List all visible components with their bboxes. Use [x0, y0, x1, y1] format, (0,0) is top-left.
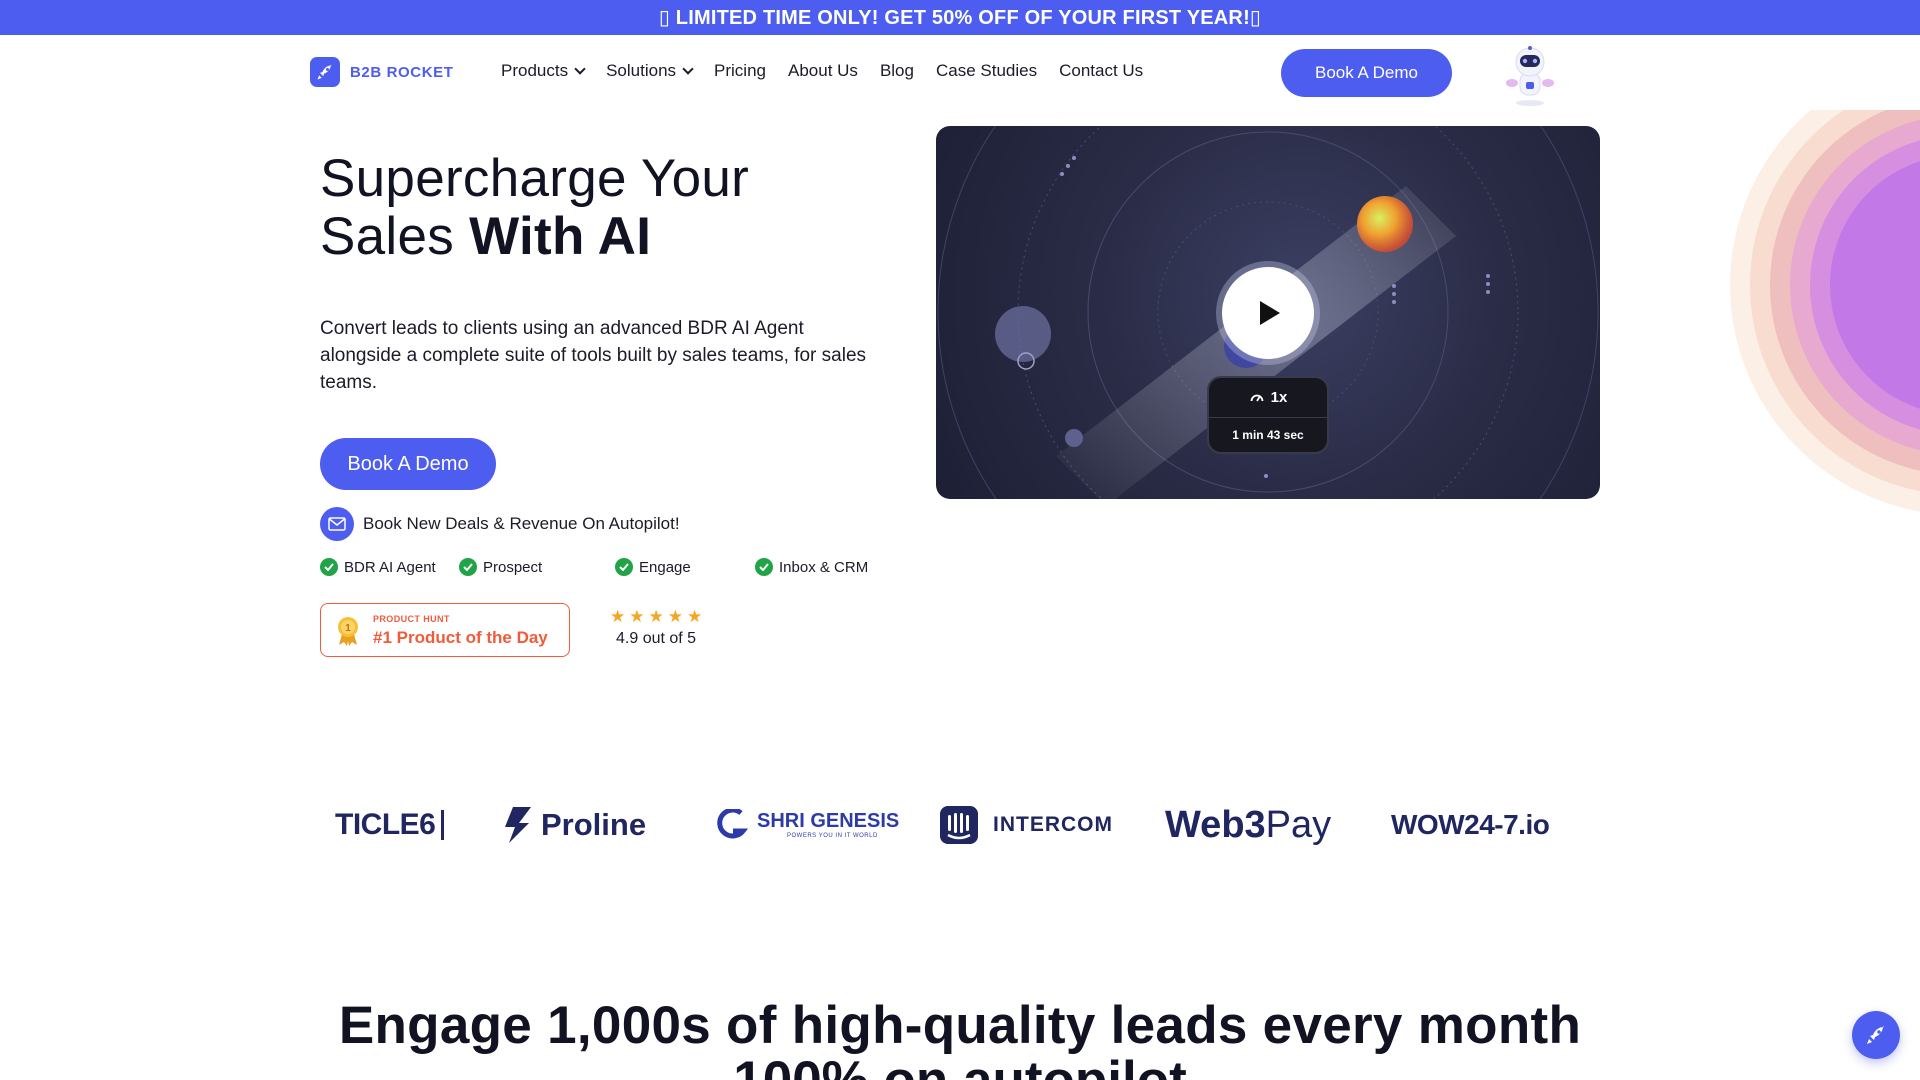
feature-engage: Engage	[615, 558, 691, 576]
logo-intercom-text: INTERCOM	[993, 813, 1113, 836]
logo-wow247: WOW24-7.io	[1391, 795, 1550, 855]
feature-list: BDR AI Agent Prospect Engage Inbox & CRM	[320, 558, 880, 580]
nav-blog-label: Blog	[879, 61, 914, 80]
speed-divider	[1209, 417, 1327, 418]
nav-solutions[interactable]: Solutions	[606, 61, 694, 81]
nav-blog[interactable]: Blog	[880, 61, 914, 81]
rating: ★ ★ ★ ★ ★ 4.9 out of 5	[610, 608, 702, 648]
nav-case-studies-label: Case Studies	[935, 61, 1038, 80]
chevron-down-icon	[574, 63, 586, 75]
rocket-logo-icon	[310, 57, 340, 87]
medal-number: 1	[345, 623, 351, 634]
star-rating: ★ ★ ★ ★ ★	[610, 608, 702, 626]
section-heading-line2: 100% on autopilot	[0, 1050, 1920, 1080]
rating-text: 4.9 out of 5	[616, 630, 697, 647]
site-header: B2B ROCKET Products Solutions Pricing Ab…	[0, 35, 1920, 111]
check-circle-icon	[615, 558, 633, 576]
play-button[interactable]	[1222, 267, 1314, 359]
product-hunt-label: PRODUCT HUNT	[373, 614, 450, 624]
logo-web3pay-bold: Web3	[1165, 803, 1266, 846]
chevron-down-icon	[682, 63, 694, 75]
logo-web3pay: Web3 Pay	[1165, 795, 1331, 855]
feature-label: Engage	[639, 558, 691, 576]
nav-about-us-label: About Us	[788, 61, 858, 80]
promo-banner[interactable]: ▯ LIMITED TIME ONLY! GET 50% OFF OF YOUR…	[0, 0, 1920, 35]
robot-assistant-icon[interactable]	[1498, 45, 1562, 107]
logo-text: B2B ROCKET	[350, 63, 454, 81]
client-logos: TICLE6 Proline SHRI GENESIS POWERS YOU I…	[330, 795, 1580, 855]
nav-products[interactable]: Products	[501, 61, 586, 81]
autopilot-text: Book New Deals & Revenue On Autopilot!	[363, 514, 680, 533]
mail-icon	[320, 507, 354, 541]
logo-shri-genesis: SHRI GENESIS POWERS YOU IN IT WORLD	[713, 795, 899, 855]
feature-bdr-ai-agent: BDR AI Agent	[320, 558, 436, 576]
hero-book-demo-label: Book A Demo	[347, 452, 469, 475]
feature-inbox-crm: Inbox & CRM	[755, 558, 868, 576]
star-icon: ★	[648, 607, 664, 626]
speedometer-icon	[1250, 394, 1264, 401]
star-icon: ★	[629, 607, 645, 626]
nav-contact-us[interactable]: Contact Us	[1059, 61, 1143, 81]
nav-about-us[interactable]: About Us	[788, 61, 858, 81]
rocket-icon	[1867, 1026, 1884, 1044]
nav-contact-us-label: Contact Us	[1059, 61, 1144, 80]
logo-intercom: INTERCOM	[939, 795, 1113, 855]
product-hunt-title: #1 Product of the Day	[373, 628, 548, 647]
check-circle-icon	[755, 558, 773, 576]
logo-wow247-text: WOW24-7.io	[1391, 809, 1550, 840]
feature-label: Inbox & CRM	[779, 558, 869, 576]
nav-case-studies[interactable]: Case Studies	[936, 61, 1037, 81]
speed-row: 1x	[1209, 389, 1327, 406]
hero-title-line2-bold: With AI	[469, 207, 652, 266]
feature-label: Prospect	[483, 558, 543, 576]
star-icon: ★	[667, 607, 683, 626]
logo-shri-genesis-tagline: POWERS YOU IN IT WORLD	[787, 833, 878, 839]
medal-icon: 1	[335, 616, 361, 651]
logo-divider	[441, 810, 445, 840]
star-icon: ★	[687, 607, 703, 626]
nav-solutions-label: Solutions	[606, 61, 677, 80]
logo-proline-text: Proline	[541, 807, 647, 842]
section-heading: Engage 1,000s of high-quality leads ever…	[338, 996, 1582, 1055]
video-duration: 1 min 43 sec	[1232, 428, 1304, 442]
hero-title-line1: Supercharge Your	[320, 149, 750, 208]
logo-shri-genesis-text: SHRI GENESIS	[757, 810, 900, 832]
check-circle-icon	[320, 558, 338, 576]
logo-ticle6-text: TICLE6	[335, 808, 436, 841]
rocket-chat-button[interactable]	[1852, 1011, 1900, 1059]
header-book-demo-label: Book A Demo	[1314, 63, 1418, 82]
nav-products-label: Products	[501, 61, 569, 80]
logo-proline: Proline	[503, 795, 646, 855]
main-nav: Products Solutions Pricing About Us Blog…	[501, 61, 1143, 81]
proline-bolt-icon	[505, 807, 531, 843]
logo[interactable]: B2B ROCKET	[310, 57, 454, 87]
decorative-rings	[1730, 110, 1920, 610]
video-speed-control[interactable]: 1x 1 min 43 sec	[1207, 376, 1329, 454]
logo-ticle6: TICLE6	[335, 795, 445, 855]
intercom-mark-icon	[940, 806, 978, 844]
product-hunt-badge[interactable]: 1 PRODUCT HUNT #1 Product of the Day	[320, 603, 570, 657]
nav-pricing-label: Pricing	[714, 61, 766, 80]
autopilot-tagline: Book New Deals & Revenue On Autopilot!	[320, 507, 680, 541]
feature-prospect: Prospect	[459, 558, 542, 576]
shri-genesis-mark-icon	[717, 809, 749, 839]
nav-pricing[interactable]: Pricing	[714, 61, 766, 81]
star-icon: ★	[610, 607, 626, 626]
feature-label: BDR AI Agent	[344, 558, 436, 576]
playback-speed: 1x	[1270, 389, 1288, 406]
hero-book-demo-button[interactable]: Book A Demo	[320, 438, 496, 490]
header-book-demo-button[interactable]: Book A Demo	[1281, 49, 1452, 97]
hero-subtitle: Convert leads to clients using an advanc…	[320, 318, 867, 393]
play-icon	[1260, 301, 1280, 325]
shri-genesis-text-group: SHRI GENESIS POWERS YOU IN IT WORLD	[757, 811, 899, 839]
logo-web3pay-regular: Pay	[1265, 803, 1332, 846]
hero-title-line2-regular: Sales	[320, 207, 470, 266]
promo-banner-text: ▯ LIMITED TIME ONLY! GET 50% OFF OF YOUR…	[658, 7, 1262, 29]
check-circle-icon	[459, 558, 477, 576]
hero-title: Supercharge Your Sales With AI	[320, 150, 749, 266]
